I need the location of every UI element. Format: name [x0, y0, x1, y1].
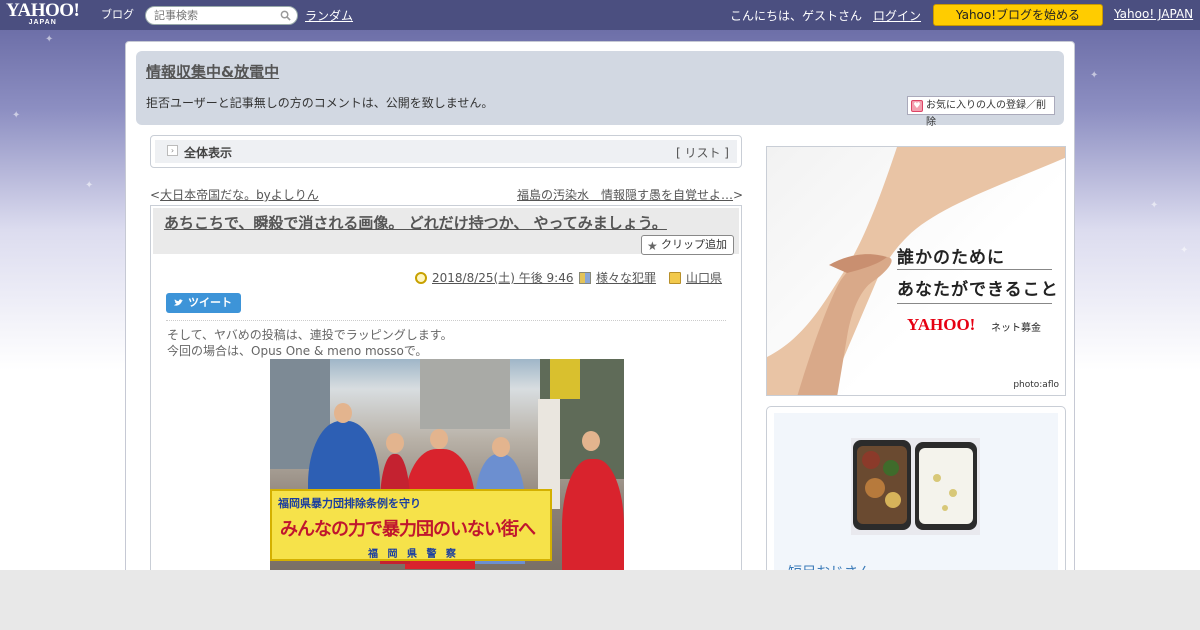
article-body-line: そして、ヤバめの投稿は、連投でラッピングします。: [167, 328, 453, 342]
login-link[interactable]: ログイン: [873, 7, 921, 24]
person-head: [386, 433, 404, 453]
photo-banner-line: 福 岡 県 警 察: [368, 549, 459, 560]
start-blog-button[interactable]: Yahoo!ブログを始める: [933, 4, 1103, 26]
person-head: [334, 403, 352, 423]
blog-title[interactable]: 情報収集中&放電中: [146, 61, 279, 82]
person-head: [492, 437, 510, 457]
article-folder[interactable]: 山口県: [669, 269, 722, 286]
next-article-link[interactable]: 福島の汚染水 情報隠す愚を自覚せよ…>: [517, 186, 743, 203]
arrow-right-icon: ›: [167, 145, 178, 156]
ad-divider: [897, 303, 1052, 304]
breadcrumb: › 全体表示 [ リスト ]: [150, 135, 742, 168]
next-arrow: >: [733, 188, 744, 202]
sign-shape: [550, 359, 580, 399]
sparkle-icon: ✦: [1150, 200, 1159, 211]
sparkle-icon: ✦: [85, 180, 94, 191]
bento-image: [853, 440, 977, 530]
donation-ad-banner[interactable]: 誰かのために あなたができること YAHOO! ネット募金 photo:aflo: [766, 146, 1066, 396]
article-category[interactable]: 様々な犯罪: [579, 269, 656, 286]
page-bottom-area: [0, 570, 1200, 630]
sparkle-icon: ✦: [12, 110, 21, 121]
yahoo-japan-link[interactable]: Yahoo! JAPAN: [1114, 7, 1193, 21]
article-body: そして、ヤバめの投稿は、連投でラッピングします。 今回の場合は、Opus One…: [167, 327, 453, 359]
article: あちこちで、瞬殺で消される画像。 どれだけ持つか、 やってみましょう。 ★ クリ…: [150, 205, 742, 609]
sparkle-icon: ✦: [1090, 70, 1099, 81]
ad-brand-sub: ネット募金: [991, 323, 1041, 334]
article-category-link[interactable]: 様々な犯罪: [596, 271, 656, 285]
tweet-button[interactable]: ツイート: [166, 293, 241, 313]
ad-photo-credit: photo:aflo: [1013, 380, 1059, 390]
article-title[interactable]: あちこちで、瞬殺で消される画像。 どれだけ持つか、 やってみましょう。: [164, 212, 667, 233]
divider: [166, 320, 726, 321]
ad-yahoo-logo: YAHOO!: [907, 315, 976, 334]
prev-article-link[interactable]: <大日本帝国だな。byよしりん: [150, 186, 319, 203]
building-shape: [420, 359, 510, 429]
star-icon: ★: [647, 239, 658, 253]
photo-banner-line: みんなの力で暴力団のいない街へ: [280, 519, 536, 540]
prev-arrow: <: [150, 188, 161, 202]
tweet-label: ツイート: [188, 296, 232, 309]
top-navigation-bar: YAHOO! JAPAN ブログ ランダム こんにちは、ゲストさん ログイン Y…: [0, 0, 1200, 30]
article-date[interactable]: 2018/8/25(土) 午後 9:46: [415, 269, 573, 286]
profile-image[interactable]: [851, 438, 980, 535]
blog-description: 拒否ユーザーと記事無しの方のコメントは、公開を致しません。: [146, 96, 494, 110]
search-icon[interactable]: [280, 10, 291, 21]
person-head: [582, 431, 600, 451]
random-link[interactable]: ランダム: [305, 7, 353, 24]
article-date-link[interactable]: 2018/8/25(土) 午後 9:46: [432, 271, 573, 285]
sparkle-icon: ✦: [45, 34, 54, 45]
person-head: [430, 429, 448, 449]
favorite-register-label: お気に入りの人の登録／削除: [926, 100, 1046, 128]
blog-container: 情報収集中&放電中 拒否ユーザーと記事無しの方のコメントは、公開を致しません。 …: [125, 41, 1075, 613]
article-header: あちこちで、瞬殺で消される画像。 どれだけ持つか、 やってみましょう。 ★ クリ…: [153, 208, 739, 255]
next-article-title[interactable]: 福島の汚染水 情報隠す愚を自覚せよ…: [517, 188, 733, 202]
search-input[interactable]: [154, 9, 274, 22]
folder-icon: [669, 272, 681, 284]
list-view-link[interactable]: [ リスト ]: [676, 144, 729, 161]
blog-header: 情報収集中&放電中 拒否ユーザーと記事無しの方のコメントは、公開を致しません。 …: [136, 51, 1064, 128]
holding-hands-image: [767, 147, 1065, 395]
yahoo-logo[interactable]: YAHOO! JAPAN: [6, 0, 80, 27]
twitter-bird-icon: [173, 299, 184, 306]
breadcrumb-label: 全体表示: [184, 146, 233, 160]
sparkle-icon: ✦: [1180, 245, 1189, 256]
photo-banner: 福岡県暴力団排除条例を守り みんなの力で暴力団のいない街へ 福 岡 県 警 察: [270, 489, 552, 561]
ad-headline-line1: 誰かのために: [897, 248, 1005, 268]
clip-add-label: クリップ追加: [661, 238, 727, 251]
clip-add-button[interactable]: ★ クリップ追加: [641, 235, 734, 255]
article-body-line: 今回の場合は、Opus One & meno mossoで。: [167, 344, 428, 358]
ad-divider: [897, 269, 1052, 270]
favorite-register-button[interactable]: ♥ お気に入りの人の登録／削除: [907, 96, 1055, 128]
clock-icon: [415, 272, 427, 284]
ad-headline-line2: あなたができること: [897, 280, 1059, 300]
search-box[interactable]: [145, 6, 298, 25]
greeting-text: こんにちは、ゲストさん: [730, 9, 863, 23]
photo-banner-line: 福岡県暴力団排除条例を守り: [278, 497, 421, 510]
heart-icon: ♥: [911, 100, 923, 112]
logo-text: YAHOO!: [6, 0, 80, 21]
book-icon: [579, 272, 591, 284]
prev-article-title[interactable]: 大日本帝国だな。byよしりん: [160, 188, 319, 202]
logo-blog-label[interactable]: ブログ: [101, 6, 134, 22]
article-folder-link[interactable]: 山口県: [686, 271, 722, 285]
